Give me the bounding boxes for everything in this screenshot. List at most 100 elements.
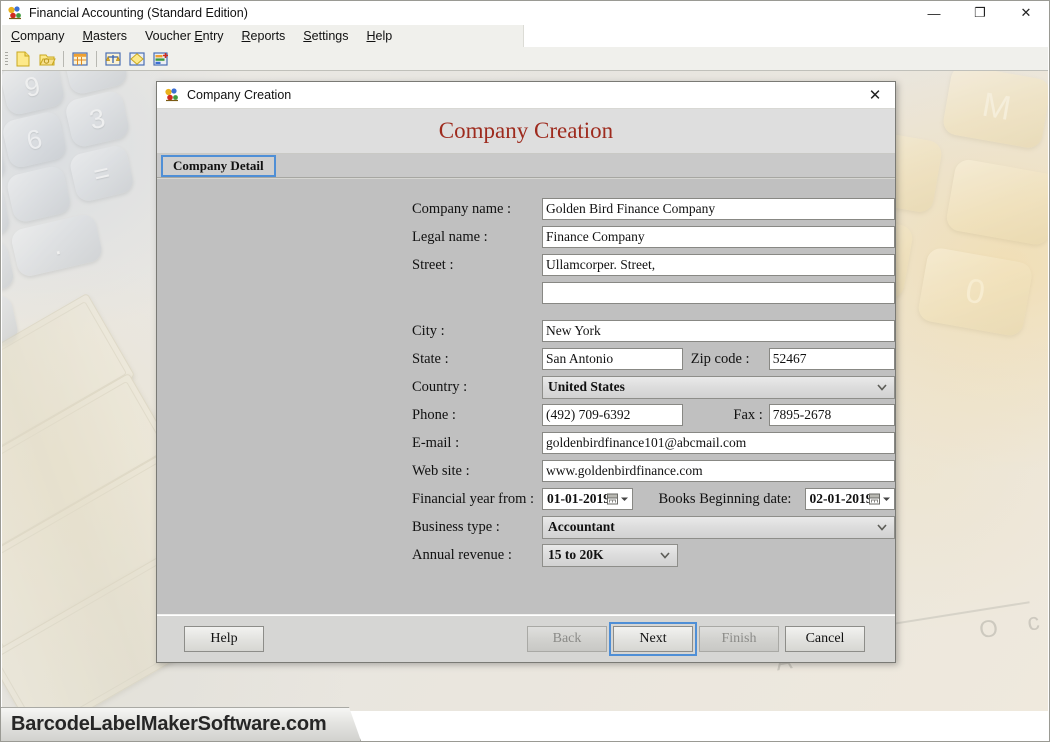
street-input[interactable]: Ullamcorper. Street, — [542, 254, 895, 276]
form-row-city: City : New York — [157, 317, 895, 345]
toolbar-separator — [96, 50, 97, 67]
tabstrip: Company Detail — [157, 154, 895, 178]
tab-label: Company Detail — [173, 158, 264, 173]
financial-year-from-value: 01-01-2019 — [547, 491, 610, 506]
business-type-label: Business type : — [412, 518, 500, 535]
close-button[interactable]: ✕ — [1003, 1, 1049, 25]
application-window: Financial Accounting (Standard Edition) … — [0, 0, 1050, 742]
street-label: Street : — [412, 256, 454, 273]
annual-revenue-selected-value: 15 to 20K — [548, 547, 604, 562]
phone-input[interactable]: (492) 709-6392 — [542, 404, 683, 426]
wizard-button-group: Back Next Finish Cancel — [527, 621, 865, 656]
menubar: Company Masters Voucher Entry Reports Se… — [2, 25, 524, 47]
next-button[interactable]: Next — [613, 625, 693, 652]
city-label: City : — [412, 322, 445, 339]
menu-item-help[interactable]: Help — [357, 27, 401, 45]
company-name-label: Company name : — [412, 200, 512, 217]
form-row-business-type: Business type : Accountant — [157, 513, 895, 541]
menu-item-settings[interactable]: Settings — [294, 27, 357, 45]
business-type-selected-value: Accountant — [548, 519, 615, 534]
voucher-icon[interactable] — [126, 49, 148, 69]
new-company-icon[interactable] — [12, 49, 34, 69]
chevron-down-icon — [659, 549, 671, 561]
financial-year-from-datepicker[interactable]: 01-01-2019 — [542, 488, 633, 510]
city-input[interactable]: New York — [542, 320, 895, 342]
calendar-icon — [869, 493, 880, 505]
next-button-focus-ring: Next — [609, 621, 697, 656]
email-input[interactable]: goldenbirdfinance101@abcmail.com — [542, 432, 895, 454]
menu-item-company[interactable]: Company — [2, 27, 74, 45]
maximize-button[interactable]: ❐ — [957, 1, 1003, 25]
menu-item-reports[interactable]: Reports — [233, 27, 295, 45]
toolbar-grip[interactable] — [5, 51, 8, 66]
chevron-down-icon — [883, 497, 890, 501]
company-name-input[interactable]: Golden Bird Finance Company — [542, 198, 895, 220]
form-row-street-line-2 — [157, 279, 895, 307]
dialog-title: Company Creation — [187, 88, 292, 102]
minimize-button[interactable]: — — [911, 1, 957, 25]
phone-label: Phone : — [412, 406, 456, 423]
trial-balance-icon[interactable] — [102, 49, 124, 69]
annual-revenue-label: Annual revenue : — [412, 546, 512, 563]
form-row-company-name: Company name : Golden Bird Finance Compa… — [157, 195, 895, 223]
calendar-icon — [606, 493, 618, 505]
app-logo-icon — [164, 87, 180, 103]
form-row-country: Country : United States — [157, 373, 895, 401]
open-company-icon[interactable] — [36, 49, 58, 69]
website-input[interactable]: www.goldenbirdfinance.com — [542, 460, 895, 482]
chevron-down-icon — [876, 381, 888, 393]
ledger-icon[interactable] — [69, 49, 91, 69]
legal-name-label: Legal name : — [412, 228, 488, 245]
reports-icon[interactable] — [150, 49, 172, 69]
fax-input[interactable]: 7895-2678 — [768, 404, 895, 426]
form-row-email: E-mail : goldenbirdfinance101@abcmail.co… — [157, 429, 895, 457]
financial-year-from-label: Financial year from : — [412, 490, 534, 507]
books-beginning-date-value: 02-01-2019 — [809, 491, 873, 506]
form-row-phone-fax: Phone : (492) 709-6392 Fax : 7895-2678 — [157, 401, 895, 429]
legal-name-input[interactable]: Finance Company — [542, 226, 895, 248]
help-button[interactable]: Help — [184, 625, 264, 652]
dialog-titlebar: Company Creation ✕ — [157, 82, 895, 109]
form-row-annual-revenue: Annual revenue : 15 to 20K — [157, 541, 895, 569]
form-row-dates: Financial year from : 01-01-2019 Books B… — [157, 485, 895, 513]
company-detail-form: Company name : Golden Bird Finance Compa… — [157, 195, 895, 569]
menu-item-voucher-entry[interactable]: Voucher Entry — [136, 27, 233, 45]
country-label: Country : — [412, 378, 468, 395]
chevron-down-icon — [620, 497, 628, 501]
email-label: E-mail : — [412, 434, 460, 451]
window-titlebar: Financial Accounting (Standard Edition) … — [1, 1, 1049, 25]
menu-item-masters[interactable]: Masters — [74, 27, 136, 45]
form-row-state-zip: State : San Antonio Zip code : 52467 — [157, 345, 895, 373]
business-type-select[interactable]: Accountant — [542, 515, 895, 539]
state-input[interactable]: San Antonio — [542, 348, 683, 370]
datepicker-controls[interactable] — [869, 493, 891, 505]
chevron-down-icon — [876, 521, 888, 533]
datepicker-controls[interactable] — [606, 493, 629, 505]
zip-code-label: Zip code : — [690, 350, 750, 367]
country-selected-value: United States — [548, 379, 625, 394]
tab-company-detail[interactable]: Company Detail — [161, 155, 276, 177]
app-logo-icon — [7, 5, 23, 21]
street-line-2-input[interactable] — [542, 282, 895, 304]
form-row-website: Web site : www.goldenbirdfinance.com — [157, 457, 895, 485]
website-label: Web site : — [412, 462, 470, 479]
toolbar — [2, 47, 1048, 71]
watermark-banner: BarcodeLabelMakerSoftware.com — [1, 707, 361, 741]
company-creation-dialog: Company Creation ✕ Company Creation Comp… — [156, 81, 896, 663]
form-row-street: Street : Ullamcorper. Street, — [157, 251, 895, 279]
annual-revenue-select[interactable]: 15 to 20K — [542, 543, 678, 567]
country-select[interactable]: United States — [542, 375, 895, 399]
books-beginning-date-datepicker[interactable]: 02-01-2019 — [804, 488, 895, 510]
books-beginning-date-label: Books Beginning date: — [658, 490, 792, 507]
zip-code-input[interactable]: 52467 — [768, 348, 895, 370]
back-button[interactable]: Back — [527, 625, 607, 652]
toolbar-separator — [63, 50, 64, 67]
close-icon[interactable]: ✕ — [855, 82, 895, 109]
cancel-button[interactable]: Cancel — [785, 625, 865, 652]
window-controls: — ❐ ✕ — [911, 1, 1049, 25]
finish-button[interactable]: Finish — [699, 625, 779, 652]
state-label: State : — [412, 350, 449, 367]
dialog-header: Company Creation — [157, 109, 895, 154]
form-row-legal-name: Legal name : Finance Company — [157, 223, 895, 251]
dialog-body: Company name : Golden Bird Finance Compa… — [157, 178, 895, 614]
